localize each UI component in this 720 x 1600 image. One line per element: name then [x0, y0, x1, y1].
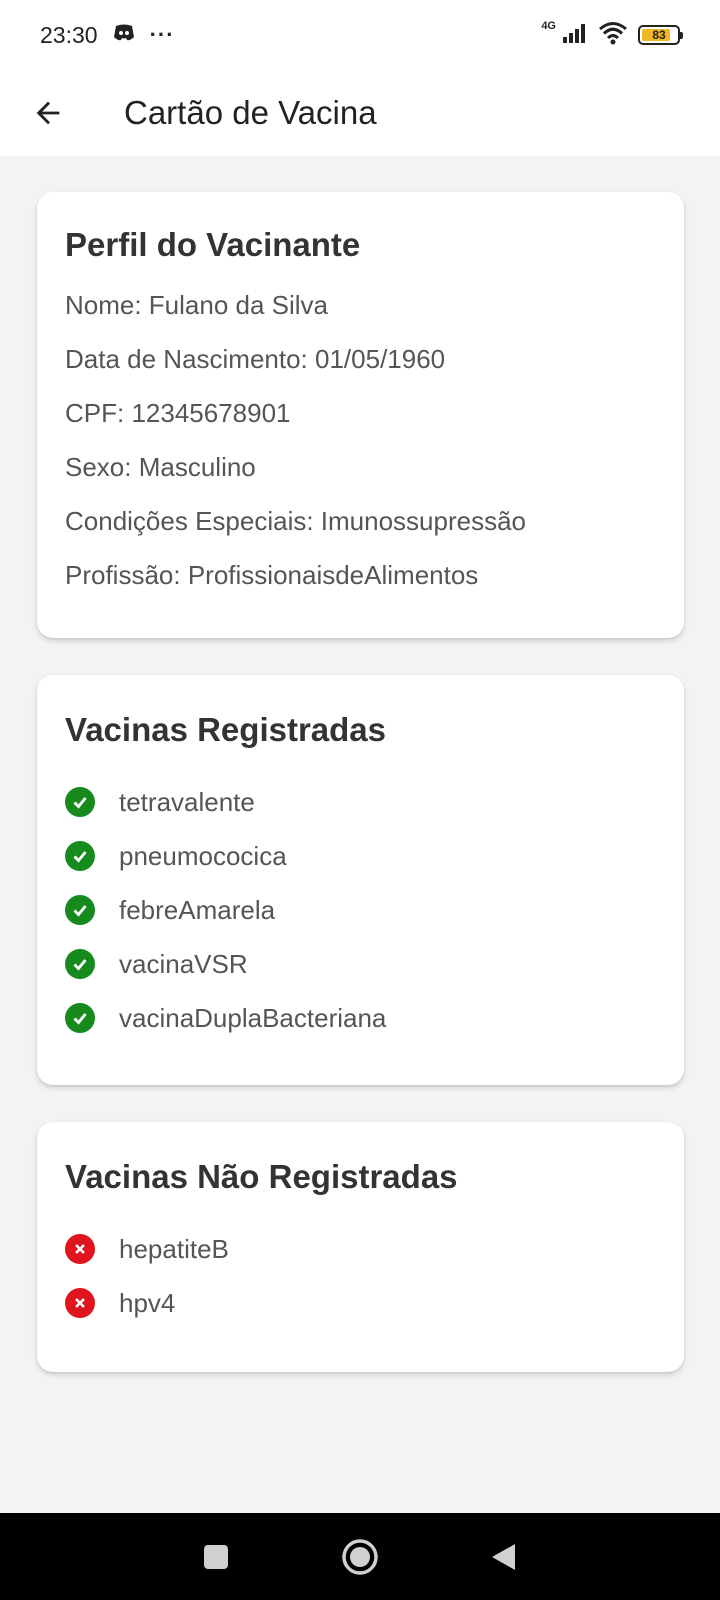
profile-birthdate: Data de Nascimento: 01/05/1960: [65, 344, 446, 374]
check-circle-icon: [65, 841, 95, 871]
list-item: vacinaDuplaBacteriana: [65, 991, 656, 1045]
registered-title: Vacinas Registradas: [65, 711, 387, 748]
more-notifications-icon: ···: [149, 22, 175, 47]
status-left: 23:30 ···: [40, 22, 175, 49]
square-icon: [204, 1544, 228, 1569]
app-bar: Cartão de Vacina: [0, 70, 720, 156]
check-circle-icon: [65, 949, 95, 979]
status-right: 4G 83: [541, 20, 683, 50]
vaccine-name: febreAmarela: [119, 894, 276, 925]
profile-profession: Profissão: ProfissionaisdeAlimentos: [65, 560, 479, 590]
battery-level: 83: [652, 28, 666, 42]
unregistered-list: hepatiteB hpv4: [65, 1222, 656, 1330]
vaccine-name: tetravalente: [119, 786, 255, 817]
x-circle-icon: [65, 1234, 95, 1264]
page-title: Cartão de Vacina: [124, 94, 377, 131]
check-circle-icon: [65, 895, 95, 925]
profile-name: Nome: Fulano da Silva: [65, 290, 329, 320]
x-circle-icon: [65, 1288, 95, 1318]
back-button[interactable]: [18, 83, 78, 143]
profile-cpf: CPF: 12345678901: [65, 398, 291, 428]
vaccine-name: pneumococica: [119, 840, 287, 871]
recent-apps-button[interactable]: [194, 1535, 238, 1579]
home-button[interactable]: [338, 1535, 382, 1579]
wifi-icon: [598, 21, 628, 50]
battery-icon: 83: [638, 25, 683, 45]
vaccine-name: hpv4: [119, 1287, 176, 1318]
list-item: hpv4: [65, 1276, 656, 1330]
discord-icon: [112, 22, 136, 49]
status-time: 23:30: [40, 21, 98, 48]
vaccine-name: vacinaDuplaBacteriana: [119, 1002, 387, 1033]
profile-conditions: Condições Especiais: Imunossupressão: [65, 506, 527, 536]
system-back-button[interactable]: [482, 1535, 526, 1579]
arrow-left-icon: [36, 101, 60, 125]
profile-sex: Sexo: Masculino: [65, 452, 256, 482]
signal-icon: [562, 22, 588, 49]
network-type: 4G: [541, 20, 556, 32]
check-circle-icon: [65, 787, 95, 817]
triangle-icon: [492, 1543, 515, 1570]
vaccine-name: hepatiteB: [119, 1233, 229, 1264]
circle-icon: [342, 1538, 378, 1575]
list-item: vacinaVSR: [65, 937, 656, 991]
unregistered-vaccines-card: Vacinas Não Registradas hepatiteB hpv4: [37, 1122, 684, 1372]
unregistered-title: Vacinas Não Registradas: [65, 1158, 458, 1195]
profile-card: Perfil do Vacinante Nome: Fulano da Silv…: [37, 192, 684, 638]
list-item: febreAmarela: [65, 883, 656, 937]
registered-vaccines-card: Vacinas Registradas tetravalente pneumoc…: [37, 675, 684, 1085]
vaccine-name: vacinaVSR: [119, 948, 248, 979]
check-circle-icon: [65, 1003, 95, 1033]
system-nav-bar: [0, 1513, 720, 1600]
profile-title: Perfil do Vacinante: [65, 226, 361, 263]
registered-list: tetravalente pneumococica febreAmarela v…: [65, 775, 656, 1045]
list-item: hepatiteB: [65, 1222, 656, 1276]
main-content: Perfil do Vacinante Nome: Fulano da Silv…: [37, 192, 684, 1409]
status-bar: 23:30 ··· 4G 83: [0, 0, 720, 70]
list-item: pneumococica: [65, 829, 656, 883]
list-item: tetravalente: [65, 775, 656, 829]
